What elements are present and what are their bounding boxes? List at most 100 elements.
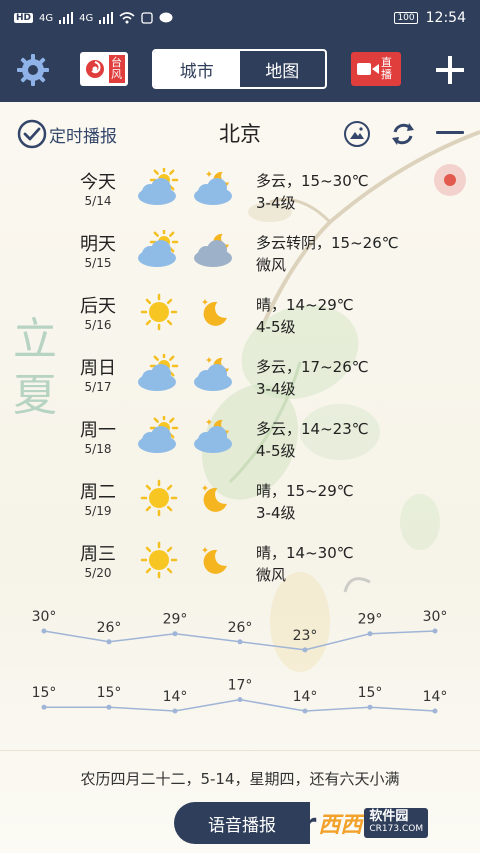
low-temp-point: [41, 704, 47, 710]
sunny-icon: [140, 541, 178, 579]
forecast-condition: 多云，17~26℃: [256, 358, 369, 376]
clear-night-icon: [202, 299, 227, 326]
clock: 12:54: [425, 10, 466, 26]
low-temp-point: [237, 697, 243, 703]
wifi-icon: [119, 12, 135, 24]
forecast-date: 5/19: [84, 504, 112, 518]
forecast-condition: 晴，14~30℃: [256, 544, 354, 562]
forecast-date: 5/18: [84, 442, 112, 456]
add-city-icon[interactable]: [434, 54, 466, 86]
partly-cloudy-day-icon: [138, 416, 179, 453]
forecast-day: 今天: [80, 172, 116, 193]
signal-2-label: 4G: [79, 12, 94, 24]
partly-cloudy-day-icon: [138, 168, 179, 205]
remove-city-icon[interactable]: [436, 131, 464, 134]
forecast-date: 5/14: [84, 194, 112, 208]
high-temp-label: 30°: [32, 609, 57, 625]
forecast-day: 后天: [80, 296, 116, 317]
forecast-row[interactable]: 后天 5/16 晴，14~29℃ 4-5级: [0, 288, 480, 350]
forecast-day: 周日: [80, 358, 116, 379]
forecast-row[interactable]: 周二 5/19 晴，15~29℃ 3-4级: [0, 474, 480, 536]
photo-icon[interactable]: [343, 120, 371, 148]
low-temp-label: 14°: [293, 689, 318, 705]
partly-cloudy-night-icon: [194, 357, 232, 391]
high-temp-point: [41, 628, 47, 634]
low-temp-point: [367, 704, 373, 710]
hand-icon: [141, 12, 153, 24]
forecast-row[interactable]: 周三 5/20 晴，14~30℃ 微风: [0, 536, 480, 598]
forecast-day: 周三: [80, 544, 116, 565]
overcast-night-icon: [194, 233, 232, 267]
partly-cloudy-day-icon: [138, 230, 179, 267]
forecast-row[interactable]: 周日 5/17 多云，17~26℃ 3-4级: [0, 350, 480, 412]
city-title: 北京: [219, 122, 261, 146]
high-temp-label: 23°: [293, 628, 318, 644]
low-temp-label: 15°: [358, 685, 383, 701]
battery-icon: 100: [394, 12, 418, 24]
low-temp-point: [106, 704, 112, 710]
hd-badge: HD: [14, 13, 34, 23]
sunny-icon: [140, 479, 178, 517]
watermark-site: 西西: [318, 813, 363, 838]
forecast-wind: 4-5级: [256, 318, 296, 336]
forecast-date: 5/17: [84, 380, 112, 394]
tab-city[interactable]: 城市: [154, 51, 240, 87]
forecast-day: 明天: [80, 234, 116, 255]
forecast-row[interactable]: 明天 5/15 多云转阴，15~26℃ 微风: [0, 226, 480, 288]
refresh-icon[interactable]: [389, 120, 417, 148]
low-temp-point: [172, 708, 178, 714]
live-button[interactable]: 直播: [351, 52, 401, 86]
low-temp-label: 14°: [163, 689, 188, 705]
scheduled-broadcast-label[interactable]: 定时播报: [49, 122, 117, 147]
divider: [0, 750, 480, 751]
forecast-wind: 4-5级: [256, 442, 296, 460]
forecast-row[interactable]: 周一 5/18 多云，14~23℃ 4-5级: [0, 412, 480, 474]
high-temp-label: 29°: [163, 612, 188, 628]
high-temp-point: [106, 639, 112, 645]
view-switcher: 城市 地图: [152, 49, 327, 89]
watermark-sub: 软件园: [369, 809, 409, 824]
partly-cloudy-night-icon: [194, 419, 232, 453]
high-temp-point: [367, 631, 373, 637]
forecast-wind: 3-4级: [256, 504, 296, 522]
forecast-wind: 3-4级: [256, 380, 296, 398]
clear-night-icon: [202, 485, 227, 512]
forecast-wind: 3-4级: [256, 194, 296, 212]
video-camera-icon: [357, 63, 379, 75]
forecast-row[interactable]: 今天 5/14 多云，15~30℃ 3-4级: [0, 164, 480, 226]
low-temp-label: 15°: [32, 685, 57, 701]
low-temp-point: [302, 708, 308, 714]
forecast-condition: 多云，14~23℃: [256, 420, 369, 438]
typhoon-icon: [85, 60, 104, 78]
sunny-icon: [140, 293, 178, 331]
high-temp-point: [237, 639, 243, 645]
check-circle-icon[interactable]: [17, 119, 47, 149]
forecast-condition: 晴，14~29℃: [256, 296, 354, 314]
tab-map[interactable]: 地图: [240, 51, 326, 87]
typhoon-button[interactable]: 台风: [80, 52, 128, 86]
message-icon: [159, 12, 173, 23]
forecast-date: 5/15: [84, 256, 112, 270]
forecast-day: 周二: [80, 482, 116, 503]
high-temp-point: [172, 631, 178, 637]
low-temp-label: 15°: [97, 685, 122, 701]
city-header: 定时播报 北京: [0, 102, 480, 162]
low-temp-label: 14°: [423, 689, 448, 705]
watermark-domain: CR173.COM: [369, 824, 424, 834]
site-watermark: Cr 西西 软件园 CR173.COM: [282, 802, 480, 844]
high-temp-label: 29°: [358, 612, 383, 628]
low-temp-point: [432, 708, 438, 714]
status-bar: HD 4G 4G 100 12:54: [0, 0, 480, 36]
main-content: 立夏 定时播报 北京 今天 5/14 多云，15~30℃ 3-4级 明天 5/1…: [0, 102, 480, 853]
forecast-condition: 多云，15~30℃: [256, 172, 369, 190]
gear-icon[interactable]: [16, 53, 50, 87]
high-temp-point: [432, 628, 438, 634]
signal-1-label: 4G: [39, 12, 54, 24]
status-left: HD 4G 4G: [14, 12, 173, 24]
signal-icon: [99, 12, 114, 24]
forecast-date: 5/20: [84, 566, 112, 580]
status-right: 100 12:54: [394, 10, 466, 26]
forecast-wind: 微风: [256, 566, 287, 584]
forecast-date: 5/16: [84, 318, 112, 332]
high-temp-point: [302, 647, 308, 653]
